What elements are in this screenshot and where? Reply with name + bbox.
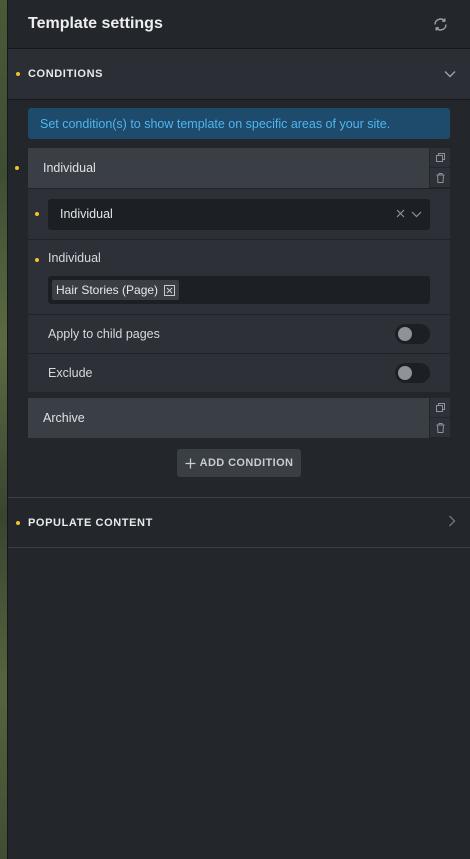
condition-header[interactable]: Archive: [28, 398, 429, 438]
duplicate-icon[interactable]: [430, 148, 450, 168]
individual-label: Individual: [48, 251, 101, 265]
background-strip: [0, 0, 7, 859]
conditions-section-header[interactable]: CONDITIONS: [8, 49, 470, 100]
modified-dot: [35, 212, 39, 216]
exclude-toggle[interactable]: [395, 363, 430, 383]
apply-child-pages-label: Apply to child pages: [48, 327, 160, 341]
apply-child-pages-toggle[interactable]: [395, 324, 430, 344]
modified-dot: [16, 520, 20, 525]
condition-actions: [430, 148, 450, 188]
trash-icon[interactable]: [430, 168, 450, 188]
individual-multiselect[interactable]: Hair Stories (Page): [48, 276, 430, 304]
modified-dot: [16, 72, 20, 76]
template-settings-panel: Template settings CONDITIONS Set conditi…: [7, 0, 470, 859]
conditions-body: Set condition(s) to show template on spe…: [8, 100, 470, 497]
panel-title: Template settings: [28, 15, 163, 32]
chevron-down-icon[interactable]: [444, 65, 456, 83]
remove-tag-icon[interactable]: [164, 284, 176, 296]
individual-field-row: Individual Hair Stories (Page): [28, 239, 450, 314]
chevron-right-icon[interactable]: [448, 514, 456, 532]
refresh-icon[interactable]: [430, 14, 450, 34]
populate-content-section-header[interactable]: POPULATE CONTENT: [8, 497, 470, 548]
modified-dot: [15, 166, 19, 170]
modified-dot: [35, 258, 39, 262]
duplicate-icon[interactable]: [430, 398, 450, 418]
trash-icon[interactable]: [430, 418, 450, 438]
selected-tag: Hair Stories (Page): [52, 280, 180, 300]
condition-type-row: Individual: [28, 188, 450, 239]
condition-header[interactable]: Individual: [28, 148, 429, 188]
select-value: Individual: [60, 207, 113, 221]
plus-icon: [185, 458, 196, 468]
condition-actions: [430, 398, 450, 438]
apply-child-pages-row: Apply to child pages: [28, 314, 450, 353]
exclude-label: Exclude: [48, 366, 93, 380]
add-condition-label: ADD CONDITION: [199, 457, 294, 469]
populate-content-title: POPULATE CONTENT: [28, 516, 153, 529]
condition-body: Individual Individual Hair Stories (Page…: [28, 188, 450, 393]
exclude-row: Exclude: [28, 353, 450, 392]
info-message: Set condition(s) to show template on spe…: [28, 108, 450, 139]
panel-header: Template settings: [8, 0, 470, 49]
condition-type-select[interactable]: Individual: [48, 198, 430, 230]
conditions-title: CONDITIONS: [28, 68, 104, 80]
clear-icon[interactable]: [396, 207, 405, 221]
condition-item: Archive: [28, 398, 450, 438]
add-condition-button[interactable]: ADD CONDITION: [176, 449, 302, 477]
chevron-down-icon[interactable]: [411, 207, 422, 221]
condition-item: Individual Individual Individual Hair St…: [15, 148, 450, 393]
tag-label: Hair Stories (Page): [56, 283, 159, 297]
